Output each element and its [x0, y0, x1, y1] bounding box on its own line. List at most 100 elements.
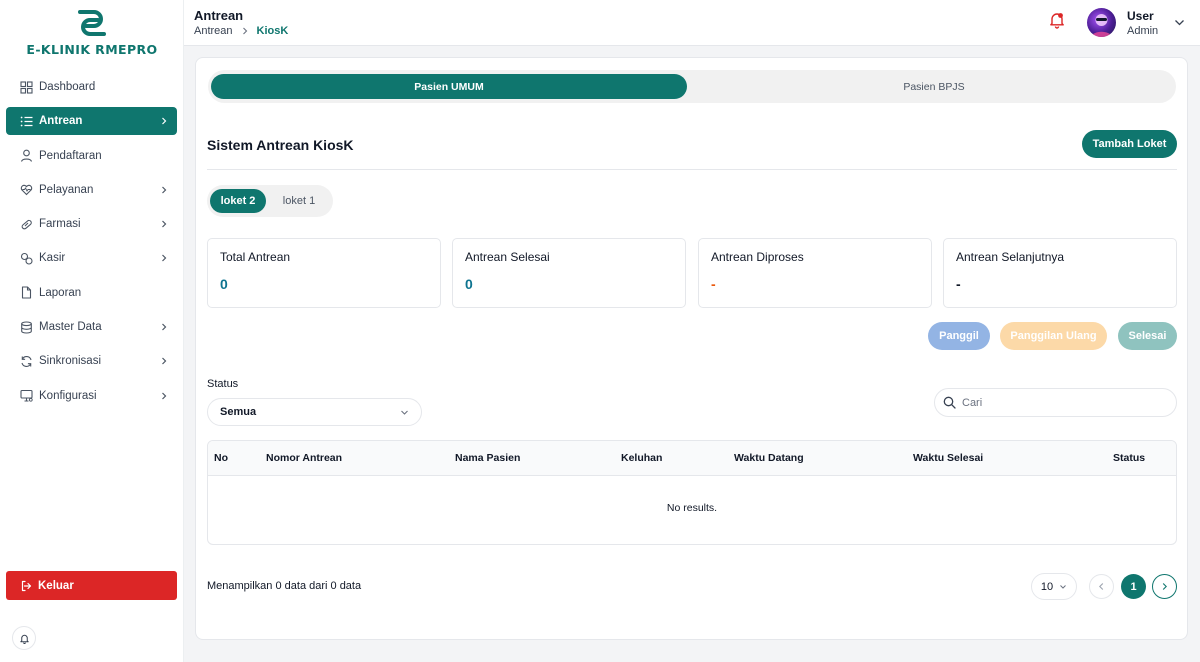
sidebar-item-farmasi[interactable]: Farmasi [6, 210, 177, 238]
column-header-nomor-antrean: Nomor Antrean [266, 452, 343, 464]
status-select[interactable]: Semua [207, 398, 422, 426]
tab-pasien-umum[interactable]: Pasien UMUM [211, 74, 687, 99]
stat-value: 0 [220, 276, 228, 292]
sidebar-item-label: Sinkronisasi [39, 355, 101, 368]
stat-label: Antrean Selanjutnya [956, 250, 1065, 264]
column-header-status: Status [1113, 452, 1146, 464]
stat-label: Antrean Diproses [711, 250, 804, 264]
user-menu-chevron-down-icon[interactable] [1174, 16, 1185, 31]
sidebar-item-pendaftaran[interactable]: Pendaftaran [6, 142, 177, 170]
status-select-value: Semua [220, 406, 257, 418]
tab-loket-2[interactable]: loket 2 [210, 189, 266, 213]
divider [207, 169, 1177, 170]
column-header-nama-pasien: Nama Pasien [455, 452, 521, 464]
queue-table: No Nomor Antrean Nama Pasien Keluhan Wak… [207, 440, 1177, 545]
sidebar-item-label: Kasir [39, 252, 66, 265]
chevron-right-icon [159, 391, 169, 401]
sidebar-item-label: Farmasi [39, 218, 81, 231]
brand-logo: E-KLINIK RMEPRO [0, 8, 184, 57]
grid-icon [20, 80, 33, 94]
chevron-right-icon [159, 322, 169, 332]
stat-value: - [711, 276, 716, 292]
sidebar-item-dashboard[interactable]: Dashboard [6, 73, 177, 101]
monitor-settings-icon [20, 389, 33, 402]
sidebar-item-master-data[interactable]: Master Data [6, 313, 177, 341]
sidebar-item-konfigurasi[interactable]: Konfigurasi [6, 382, 177, 410]
sidebar-item-kasir[interactable]: Kasir [6, 244, 177, 272]
recall-button[interactable]: Panggilan Ulang [1000, 322, 1107, 350]
chevron-right-icon [1162, 583, 1167, 590]
chevron-right-icon [159, 356, 169, 366]
pill-icon [20, 218, 33, 231]
avatar[interactable] [1087, 8, 1116, 37]
prev-page-button[interactable] [1089, 574, 1114, 599]
search-box [934, 388, 1177, 417]
file-icon [20, 286, 33, 299]
bell-icon [19, 634, 29, 644]
list-icon [20, 115, 33, 128]
sidebar-item-label: Pendaftaran [39, 149, 102, 162]
stat-antrean-diproses: Antrean Diproses - [698, 238, 932, 308]
heart-pulse-icon [20, 183, 33, 196]
stat-label: Antrean Selesai [465, 250, 550, 264]
logout-label: Keluar [38, 579, 74, 592]
tab-loket-1[interactable]: loket 1 [270, 189, 328, 213]
add-loket-button[interactable]: Tambah Loket [1082, 130, 1177, 158]
stat-value: - [956, 276, 961, 292]
logout-icon [20, 580, 32, 592]
table-empty-message: No results. [666, 502, 718, 514]
sidebar-item-label: Konfigurasi [39, 389, 97, 402]
notification-toggle-button[interactable] [12, 626, 36, 650]
breadcrumb: Antrean KiosK [194, 25, 288, 37]
logout-button[interactable]: Keluar [6, 571, 177, 600]
chevron-right-icon [159, 116, 169, 126]
column-header-keluhan: Keluhan [621, 452, 663, 464]
column-header-no: No [214, 452, 228, 464]
loket-tabs: loket 2 loket 1 [207, 185, 333, 217]
status-filter-label: Status [207, 378, 239, 390]
chevron-right-icon [242, 27, 247, 35]
sidebar-item-laporan[interactable]: Laporan [6, 279, 177, 307]
page-number-button[interactable]: 1 [1121, 574, 1146, 599]
stat-label: Total Antrean [220, 250, 291, 264]
breadcrumb-current: KiosK [256, 25, 289, 37]
call-button[interactable]: Panggil [928, 322, 990, 350]
chevron-down-icon [401, 410, 408, 415]
top-header: Antrean Antrean KiosK User Admin [184, 0, 1200, 46]
cash-icon [20, 252, 33, 265]
user-role: Admin [1127, 25, 1159, 37]
column-header-waktu-datang: Waktu Datang [734, 452, 804, 464]
chevron-right-icon [159, 185, 169, 195]
chevron-down-icon [1060, 584, 1066, 589]
stat-value: 0 [465, 276, 473, 292]
stat-antrean-selesai: Antrean Selesai 0 [452, 238, 686, 308]
section-title: Sistem Antrean KiosK [207, 137, 354, 153]
sidebar-item-antrean[interactable]: Antrean [6, 107, 177, 136]
sidebar-menu: Dashboard Antrean Pendaftaran Pelayanan Farm… [6, 73, 177, 416]
sidebar-item-label: Dashboard [39, 81, 96, 93]
sidebar-item-label: Antrean [39, 115, 83, 128]
chevron-left-icon [1099, 583, 1104, 590]
table-header: No Nomor Antrean Nama Pasien Keluhan Wak… [208, 441, 1176, 476]
sidebar-item-sinkronisasi[interactable]: Sinkronisasi [6, 347, 177, 375]
breadcrumb-item[interactable]: Antrean [194, 25, 233, 37]
search-input[interactable] [962, 396, 1162, 409]
notification-bell-icon[interactable] [1048, 11, 1066, 29]
sidebar-item-label: Master Data [39, 321, 102, 334]
user-name: User [1127, 9, 1154, 23]
tab-pasien-bpjs[interactable]: Pasien BPJS [696, 74, 1172, 99]
next-page-button[interactable] [1152, 574, 1177, 599]
sidebar: E-KLINIK RMEPRO Dashboard Antrean Pendafta… [0, 0, 184, 662]
chevron-right-icon [159, 219, 169, 229]
logo-icon [78, 10, 106, 36]
sidebar-item-pelayanan[interactable]: Pelayanan [6, 176, 177, 204]
page-size-value: 10 [1040, 580, 1054, 593]
page-size-select[interactable]: 10 [1031, 573, 1077, 600]
sidebar-item-label: Pelayanan [39, 183, 94, 196]
refresh-icon [20, 355, 33, 368]
sidebar-item-label: Laporan [39, 286, 82, 299]
database-icon [20, 321, 33, 334]
stat-total-antrean: Total Antrean 0 [207, 238, 441, 308]
finish-button[interactable]: Selesai [1118, 322, 1177, 350]
stat-antrean-selanjutnya: Antrean Selanjutnya - [943, 238, 1177, 308]
